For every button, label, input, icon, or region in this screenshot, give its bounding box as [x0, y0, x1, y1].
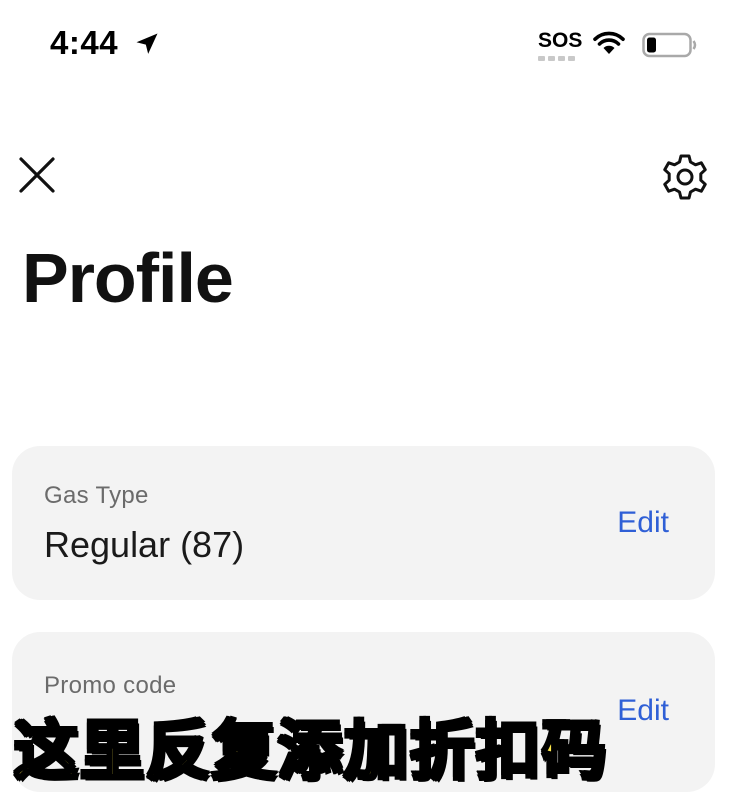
overlay-caption: 这里反复添加折扣码	[13, 714, 608, 791]
battery-icon	[642, 32, 697, 58]
sos-text: SOS	[538, 29, 583, 52]
gear-icon[interactable]	[660, 152, 710, 202]
gas-type-card: Gas Type Regular (87) Edit	[12, 446, 715, 600]
gas-type-edit-button[interactable]: Edit	[617, 506, 669, 540]
gas-type-label: Gas Type	[44, 482, 149, 509]
promo-code-label: Promo code	[44, 672, 177, 699]
close-icon[interactable]	[16, 154, 58, 196]
sos-indicator: SOS	[538, 30, 582, 64]
page-title: Profile	[22, 239, 234, 317]
profile-screen: 4:44 SOS Profile Gas Type Regular (87) E…	[0, 0, 738, 800]
signal-dots	[538, 56, 582, 61]
wifi-icon	[593, 31, 625, 54]
promo-code-edit-button[interactable]: Edit	[617, 694, 669, 728]
gas-type-value: Regular (87)	[44, 524, 245, 565]
status-time: 4:44	[50, 24, 119, 61]
location-arrow-icon	[136, 33, 158, 54]
